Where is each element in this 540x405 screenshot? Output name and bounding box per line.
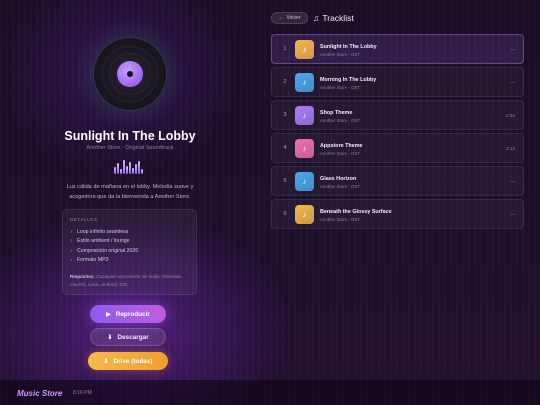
track-row[interactable]: 2 ♪ Morning In The Lobby Another Store ·…: [271, 67, 524, 97]
play-icon: ▶: [106, 311, 111, 318]
track-row[interactable]: 3 ♪ Shop Theme Another Store · OST 2:34: [271, 100, 524, 130]
arrow-left-icon: ←: [278, 15, 284, 21]
play-button[interactable]: ▶ Reproducir: [90, 305, 166, 323]
download-icon: ⬇: [103, 358, 109, 365]
track-row[interactable]: 1 ♪ Sunlight In The Lobby Another Store …: [271, 34, 524, 64]
detail-item: ♪ Formato MP3: [70, 257, 109, 264]
vinyl-center-hole: [127, 71, 133, 77]
music-note-icon: ♪: [302, 177, 307, 186]
track-art: ♪: [295, 172, 314, 191]
music-note-icon: ♪: [302, 210, 307, 219]
brand-logo: Music Store: [17, 389, 63, 398]
vinyl-disc-icon: [94, 38, 166, 110]
music-note-icon: ♪: [70, 238, 73, 245]
equalizer-icon: [114, 158, 146, 174]
now-playing-subtitle: Another Store · Original Soundtrack: [86, 145, 174, 151]
download-icon: ⬇: [107, 334, 113, 341]
track-art: ♪: [295, 40, 314, 59]
music-note-icon: ♪: [302, 111, 307, 120]
tracklist-heading: ♫ Tracklist: [313, 13, 354, 23]
now-playing-panel: Sunlight In The Lobby Another Store · Or…: [40, 0, 220, 380]
track-art: ♪: [295, 73, 314, 92]
back-button[interactable]: ← Volver: [271, 12, 308, 24]
details-heading: DETALLES: [70, 217, 98, 222]
music-note-icon: ♪: [302, 45, 307, 54]
music-note-icon: ♪: [70, 257, 73, 264]
music-note-icon: ♫: [313, 13, 320, 23]
track-description: Luz cálida de mañana en el lobby. Melodí…: [66, 184, 194, 200]
download-button[interactable]: ⬇ Descargar: [90, 328, 166, 346]
clock: 8:16 PM: [73, 390, 92, 396]
now-playing-title: Sunlight In The Lobby: [64, 129, 196, 143]
track-art: ♪: [295, 139, 314, 158]
drive-button[interactable]: ⬇ Drive (todas): [88, 352, 168, 370]
track-row[interactable]: 5 ♪ Glass Horizon Another Store · OST —: [271, 166, 524, 196]
music-note-icon: ♪: [70, 247, 73, 254]
track-art: ♪: [295, 205, 314, 224]
requirements-text: Requisitos: Cualquier reproductor de aud…: [70, 274, 183, 287]
detail-item: ♪ Composición original 2026: [70, 247, 139, 254]
music-note-icon: ♪: [70, 228, 73, 235]
music-note-icon: ♪: [302, 144, 307, 153]
track-art: ♪: [295, 106, 314, 125]
music-note-icon: ♪: [302, 78, 307, 87]
details-card: DETALLES ♪ Loop infinito seamless ♪ Estilo…: [62, 209, 197, 295]
detail-item: ♪ Loop infinito seamless: [70, 228, 129, 235]
detail-item: ♪ Estilo ambient / lounge: [70, 238, 130, 245]
track-row[interactable]: 4 ♪ Appstore Theme Another Store · OST 3…: [271, 133, 524, 163]
track-row[interactable]: 6 ♪ Beneath the Glossy Surface Another S…: [271, 199, 524, 229]
